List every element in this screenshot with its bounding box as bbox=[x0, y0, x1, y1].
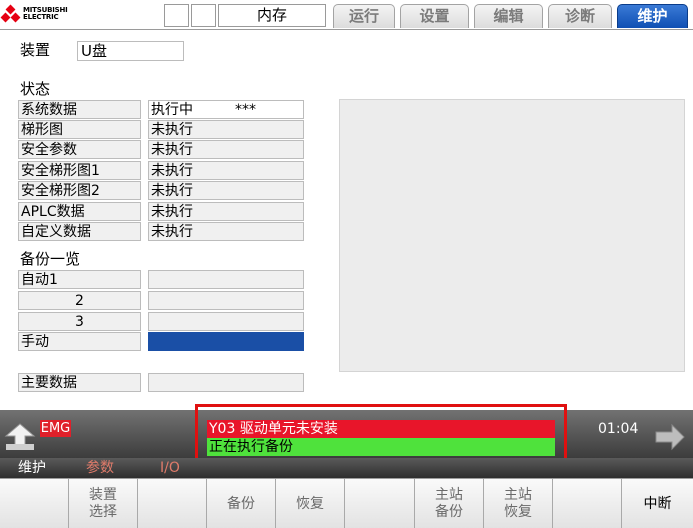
menu-path-io: I/O bbox=[160, 460, 180, 476]
fkey-abort[interactable]: 中断 bbox=[622, 479, 693, 528]
backup-row-manual-name: 手动 bbox=[18, 332, 141, 351]
backup-list-title: 备份一览 bbox=[20, 250, 81, 268]
status-row-ladder-name: 梯形图 bbox=[18, 120, 141, 139]
tab-edit[interactable]: 编辑 bbox=[474, 4, 543, 28]
status-row-safety-ladder2-name: 安全梯形图2 bbox=[18, 181, 141, 200]
status-row-safety-ladder1-value: 未执行 bbox=[148, 161, 304, 180]
status-row-system-data-name: 系统数据 bbox=[18, 100, 141, 119]
backup-row-auto1-name: 自动1 bbox=[18, 270, 141, 289]
three-diamonds-icon bbox=[0, 4, 21, 23]
fkey-6[interactable] bbox=[345, 479, 415, 528]
clock: 01:04 bbox=[598, 421, 639, 437]
backup-row-auto3-value[interactable] bbox=[148, 312, 304, 331]
main-data-name: 主要数据 bbox=[18, 373, 141, 392]
backup-row-auto3-name: 3 bbox=[18, 312, 141, 331]
status-row-aplc-value: 未执行 bbox=[148, 202, 304, 221]
title-bar: MITSUBISHI ELECTRIC 内存 运行 设置 编辑 诊断 维护 bbox=[0, 0, 693, 30]
detail-panel bbox=[339, 99, 685, 372]
status-row-safety-ladder2-value: 未执行 bbox=[148, 181, 304, 200]
mitsubishi-logo: MITSUBISHI ELECTRIC bbox=[0, 3, 84, 25]
tab-diagnosis[interactable]: 诊断 bbox=[548, 4, 612, 28]
status-progress-marker: *** bbox=[235, 102, 256, 118]
fkey-device-select[interactable]: 装置 选择 bbox=[69, 479, 138, 528]
operation-mode-label: 内存 bbox=[218, 4, 326, 27]
emergency-stop-indicator: EMG bbox=[40, 420, 71, 437]
device-value-field[interactable]: U盘 bbox=[77, 41, 184, 61]
menu-path-parameter: 参数 bbox=[86, 460, 114, 476]
status-section-title: 状态 bbox=[20, 80, 51, 98]
fkey-restore[interactable]: 恢复 bbox=[276, 479, 345, 528]
alarm-message: Y03 驱动单元未安装 bbox=[207, 420, 555, 438]
device-label: 装置 bbox=[20, 41, 51, 59]
message-bar: EMG Y03 驱动单元未安装 正在执行备份 01:04 bbox=[0, 410, 693, 458]
fkey-1[interactable] bbox=[0, 479, 69, 528]
fkey-backup[interactable]: 备份 bbox=[207, 479, 276, 528]
next-menu-arrow-icon[interactable] bbox=[654, 422, 686, 452]
backup-row-manual-value-selected[interactable] bbox=[148, 332, 304, 351]
brand-line2: ELECTRIC bbox=[23, 13, 59, 21]
status-row-custom-data-name: 自定义数据 bbox=[18, 222, 141, 241]
backup-row-auto1-value[interactable] bbox=[148, 270, 304, 289]
status-slot-2 bbox=[191, 4, 216, 27]
main-data-value bbox=[148, 373, 304, 392]
fkey-9[interactable] bbox=[553, 479, 622, 528]
status-row-safety-param-name: 安全参数 bbox=[18, 140, 141, 159]
backup-row-auto2-name: 2 bbox=[18, 291, 141, 310]
tab-maintenance[interactable]: 维护 bbox=[617, 4, 688, 28]
fkey-master-restore[interactable]: 主站 恢复 bbox=[484, 479, 553, 528]
tab-setup[interactable]: 设置 bbox=[400, 4, 469, 28]
backup-row-auto2-value[interactable] bbox=[148, 291, 304, 310]
operation-message: 正在执行备份 bbox=[207, 438, 555, 456]
status-row-ladder-value: 未执行 bbox=[148, 120, 304, 139]
return-arrow-icon[interactable] bbox=[4, 422, 36, 452]
status-value-text: 执行中 bbox=[151, 102, 193, 118]
fkey-master-backup[interactable]: 主站 备份 bbox=[415, 479, 484, 528]
function-key-bar: 装置 选择 备份 恢复 主站 备份 主站 恢复 中断 bbox=[0, 478, 693, 528]
fkey-3[interactable] bbox=[138, 479, 207, 528]
status-row-safety-ladder1-name: 安全梯形图1 bbox=[18, 161, 141, 180]
status-row-custom-data-value: 未执行 bbox=[148, 222, 304, 241]
status-slot-1 bbox=[164, 4, 189, 27]
status-row-system-data-value: 执行中 *** bbox=[148, 100, 304, 119]
menu-path-maintenance: 维护 bbox=[18, 460, 46, 476]
status-row-aplc-name: APLC数据 bbox=[18, 202, 141, 221]
menu-path-bar: 维护 参数 I/O bbox=[0, 458, 693, 478]
tab-run[interactable]: 运行 bbox=[333, 4, 395, 28]
status-row-safety-param-value: 未执行 bbox=[148, 140, 304, 159]
